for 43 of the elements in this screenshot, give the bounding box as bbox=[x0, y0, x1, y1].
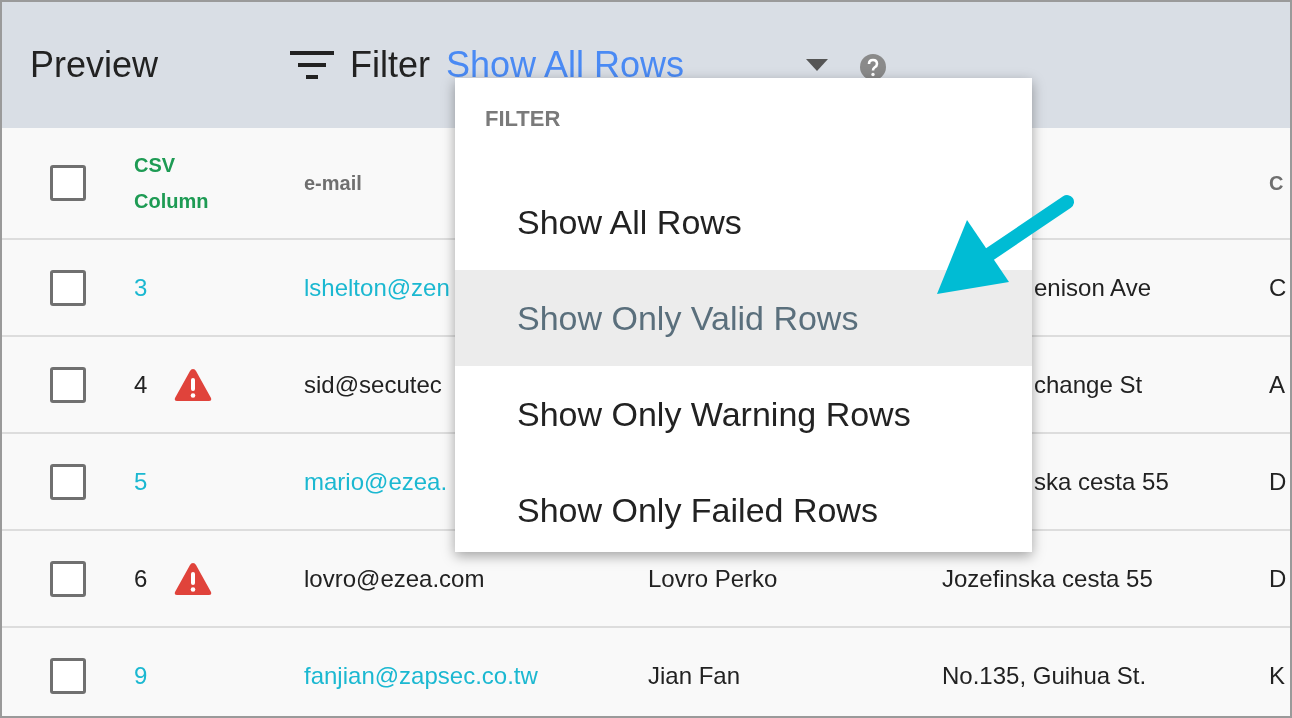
address-text: ska cesta 55 bbox=[1034, 467, 1169, 496]
column-header[interactable]: e-mail bbox=[304, 171, 362, 195]
warning-icon bbox=[174, 367, 212, 402]
email-text: mario@ezea. bbox=[304, 467, 448, 496]
table-cell: D bbox=[1269, 564, 1287, 593]
row-checkbox[interactable] bbox=[50, 463, 86, 500]
row-number: 6 bbox=[134, 564, 149, 593]
row-checkbox[interactable] bbox=[50, 269, 86, 306]
table-cell: K bbox=[1269, 661, 1285, 690]
row-number: 3 bbox=[134, 273, 149, 302]
row-number: 5 bbox=[134, 467, 149, 496]
row-checkbox[interactable] bbox=[50, 560, 86, 597]
email-text: sid@secutec bbox=[304, 370, 442, 399]
name-text: Lovro Perko bbox=[648, 564, 778, 593]
table-cell: A bbox=[1269, 370, 1285, 399]
address-text: change St bbox=[1034, 370, 1143, 399]
menu-item[interactable]: Show All Rows bbox=[455, 174, 1032, 270]
menu-item[interactable]: Show Only Valid Rows bbox=[455, 270, 1032, 366]
email-text: lovro@ezea.com bbox=[304, 564, 485, 593]
menu-item[interactable]: Show Only Failed Rows bbox=[455, 462, 1032, 558]
caret-icon[interactable] bbox=[806, 59, 828, 71]
address-text: No.135, Guihua St. bbox=[942, 661, 1147, 690]
column-header[interactable]: CSV Column bbox=[134, 147, 224, 219]
table-cell: D bbox=[1269, 467, 1287, 496]
address-text: Jozefinska cesta 55 bbox=[942, 564, 1153, 593]
column-header[interactable]: C bbox=[1269, 171, 1284, 195]
row-checkbox[interactable] bbox=[50, 366, 86, 403]
name-text: Jian Fan bbox=[648, 661, 741, 690]
help-icon[interactable] bbox=[860, 54, 886, 80]
table-cell: C bbox=[1269, 273, 1287, 302]
email-text: lshelton@zen bbox=[304, 273, 450, 302]
filter-label: Filter bbox=[350, 44, 430, 86]
email-text: fanjian@zapsec.co.tw bbox=[304, 661, 538, 690]
warning-icon bbox=[174, 561, 212, 596]
address-text: enison Ave bbox=[1034, 273, 1151, 302]
row-number: 4 bbox=[134, 370, 149, 399]
filter-icon[interactable] bbox=[290, 49, 334, 81]
row-number: 9 bbox=[134, 661, 149, 690]
page-title: Preview bbox=[30, 44, 160, 86]
select-all-checkbox[interactable] bbox=[50, 165, 86, 201]
menu-item[interactable]: Show Only Warning Rows bbox=[455, 366, 1032, 462]
menu-heading: FILTER bbox=[485, 106, 561, 131]
row-checkbox[interactable] bbox=[50, 657, 86, 694]
